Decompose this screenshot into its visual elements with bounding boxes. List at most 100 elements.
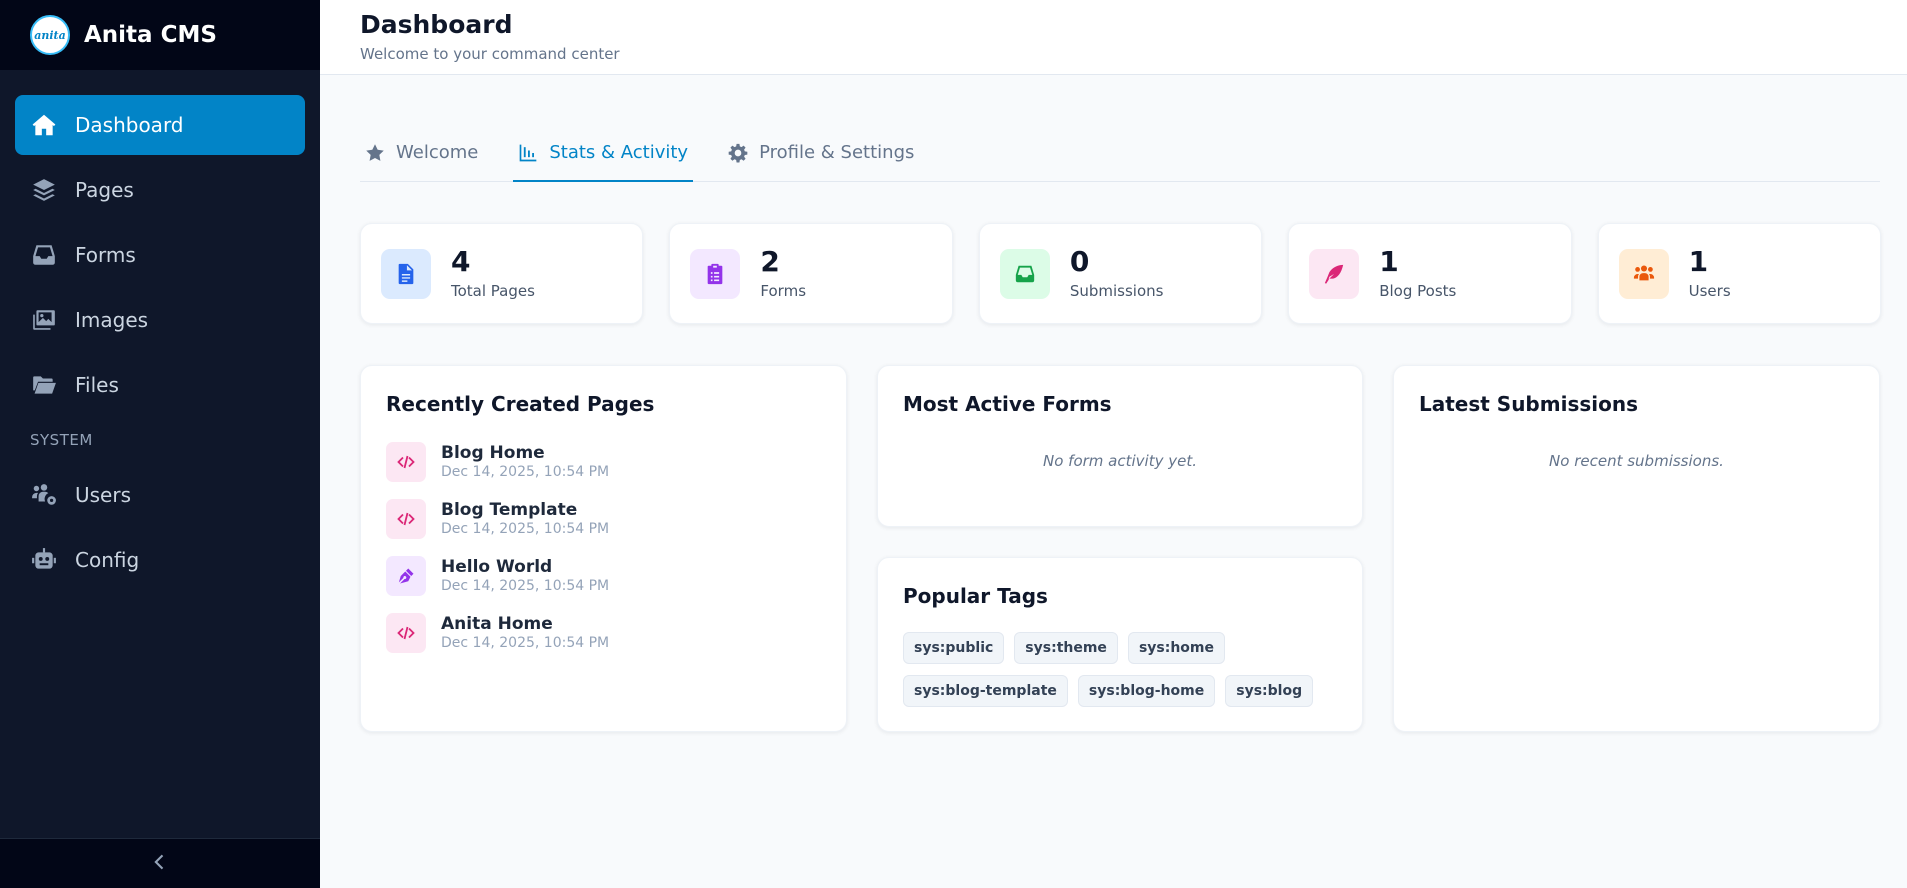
tab-welcome[interactable]: Welcome bbox=[360, 125, 483, 182]
star-icon bbox=[366, 143, 384, 161]
sidebar-item-label: Pages bbox=[75, 178, 134, 202]
stats-row: 4 Total Pages 2 Forms 0 Submissions 1 Bl… bbox=[360, 223, 1882, 324]
folder-open-icon bbox=[30, 371, 58, 399]
sidebar-item-config[interactable]: Config bbox=[15, 530, 305, 590]
stat-icon-box bbox=[1309, 248, 1360, 299]
gear-icon bbox=[728, 143, 748, 162]
empty-state-text: No recent submissions. bbox=[1549, 452, 1724, 470]
sidebar-item-images[interactable]: Images bbox=[15, 290, 305, 350]
chevron-left-icon bbox=[150, 852, 170, 876]
tab-label: Welcome bbox=[396, 142, 479, 163]
stat-card-total-pages[interactable]: 4 Total Pages bbox=[360, 223, 644, 324]
stat-value: 0 bbox=[1069, 245, 1090, 279]
recent-pages-panel: Recently Created Pages Blog Home Dec 14,… bbox=[360, 365, 847, 732]
brand-name: Anita CMS bbox=[84, 22, 217, 48]
home-icon bbox=[30, 111, 58, 139]
sidebar-item-dashboard[interactable]: Dashboard bbox=[15, 95, 305, 155]
tag-chip[interactable]: sys:public bbox=[903, 632, 1005, 664]
tag-chip[interactable]: sys:blog-home bbox=[1077, 675, 1216, 707]
sidebar-item-label: Files bbox=[75, 373, 119, 397]
layers-icon bbox=[30, 176, 58, 204]
page-icon-box bbox=[386, 441, 426, 482]
sidebar-nav: Dashboard Pages Forms Images Files SYSTE… bbox=[0, 95, 320, 595]
stat-value: 4 bbox=[451, 245, 471, 279]
sidebar-collapse-button[interactable] bbox=[0, 838, 320, 888]
panel-title: Latest Submissions bbox=[1419, 392, 1638, 416]
page-title-text: Hello World bbox=[441, 557, 553, 577]
sidebar-item-label: Images bbox=[75, 308, 149, 332]
sidebar-item-pages[interactable]: Pages bbox=[15, 160, 305, 220]
stat-label: Users bbox=[1688, 281, 1731, 300]
stat-value: 1 bbox=[1379, 245, 1399, 279]
stat-label: Submissions bbox=[1069, 281, 1164, 300]
page-header: Dashboard Welcome to your command center bbox=[320, 0, 1907, 75]
recent-pages-list: Blog Home Dec 14, 2025, 10:54 PM Blog Te… bbox=[386, 433, 821, 661]
panel-title: Popular Tags bbox=[903, 584, 1048, 608]
code-icon bbox=[397, 455, 415, 468]
stat-label: Forms bbox=[760, 281, 807, 300]
tag-chip[interactable]: sys:blog-template bbox=[903, 675, 1068, 707]
panel-title: Recently Created Pages bbox=[386, 392, 655, 416]
empty-state-text: No form activity yet. bbox=[1043, 452, 1197, 470]
brand-logo-text: anita bbox=[34, 28, 66, 42]
active-forms-panel: Most Active Forms No form activity yet. bbox=[877, 365, 1363, 527]
chart-icon bbox=[520, 144, 537, 161]
brand[interactable]: anita Anita CMS bbox=[0, 0, 320, 70]
sidebar-item-users[interactable]: Users bbox=[15, 465, 305, 525]
brand-logo: anita bbox=[30, 15, 70, 55]
tab-stats-activity[interactable]: Stats & Activity bbox=[513, 125, 694, 182]
stat-icon-box bbox=[999, 248, 1050, 299]
tab-label: Profile & Settings bbox=[759, 142, 915, 163]
robot-icon bbox=[30, 546, 58, 574]
sidebar-item-files[interactable]: Files bbox=[15, 355, 305, 415]
page-date: Dec 14, 2025, 10:54 PM bbox=[441, 464, 610, 480]
panel-title: Most Active Forms bbox=[903, 392, 1112, 416]
stat-label: Blog Posts bbox=[1379, 281, 1457, 300]
popular-tags-panel: Popular Tags sys:public sys:theme sys:ho… bbox=[877, 557, 1363, 732]
page-date: Dec 14, 2025, 10:54 PM bbox=[441, 635, 610, 651]
page-title: Dashboard bbox=[360, 10, 513, 39]
stat-card-forms[interactable]: 2 Forms bbox=[669, 223, 953, 324]
page-title-text: Anita Home bbox=[441, 614, 553, 634]
page-subtitle: Welcome to your command center bbox=[360, 45, 620, 63]
stat-icon-box bbox=[1618, 248, 1669, 299]
pen-nib-icon bbox=[398, 568, 414, 583]
file-icon bbox=[398, 263, 414, 284]
page-date: Dec 14, 2025, 10:54 PM bbox=[441, 578, 610, 594]
list-item[interactable]: Blog Template Dec 14, 2025, 10:54 PM bbox=[386, 490, 821, 547]
stat-icon-box bbox=[690, 248, 741, 299]
users-icon bbox=[1633, 264, 1654, 280]
stat-card-users[interactable]: 1 Users bbox=[1597, 223, 1882, 324]
stat-icon-box bbox=[381, 248, 431, 299]
sidebar: anita Anita CMS Dashboard Pages Forms Im… bbox=[0, 0, 320, 888]
page-icon-box bbox=[386, 612, 426, 653]
stat-label: Total Pages bbox=[451, 281, 535, 300]
list-item[interactable]: Hello World Dec 14, 2025, 10:54 PM bbox=[386, 547, 821, 604]
page-title-text: Blog Template bbox=[441, 500, 578, 520]
list-item[interactable]: Blog Home Dec 14, 2025, 10:54 PM bbox=[386, 433, 821, 490]
stat-card-submissions[interactable]: 0 Submissions bbox=[978, 223, 1263, 324]
tab-label: Stats & Activity bbox=[549, 142, 689, 163]
page-icon-box bbox=[386, 555, 426, 596]
list-item[interactable]: Anita Home Dec 14, 2025, 10:54 PM bbox=[386, 604, 821, 661]
dashboard-tabs: Welcome Stats & Activity Profile & Setti… bbox=[360, 125, 1880, 182]
sidebar-item-label: Dashboard bbox=[75, 113, 184, 137]
tag-chip[interactable]: sys:home bbox=[1127, 632, 1225, 664]
tag-chip[interactable]: sys:theme bbox=[1014, 632, 1118, 664]
sidebar-section-system: SYSTEM bbox=[30, 431, 93, 449]
inbox-icon bbox=[30, 241, 58, 269]
images-icon bbox=[30, 306, 58, 334]
code-icon bbox=[397, 512, 415, 525]
tag-list: sys:public sys:theme sys:home sys:blog-t… bbox=[903, 632, 1337, 707]
stat-card-blog-posts[interactable]: 1 Blog Posts bbox=[1288, 223, 1572, 324]
tag-chip[interactable]: sys:blog bbox=[1225, 675, 1314, 707]
stat-value: 2 bbox=[760, 245, 780, 279]
page-date: Dec 14, 2025, 10:54 PM bbox=[441, 521, 610, 537]
sidebar-item-label: Forms bbox=[75, 243, 136, 267]
code-icon bbox=[397, 626, 415, 639]
latest-submissions-panel: Latest Submissions No recent submissions… bbox=[1393, 365, 1880, 732]
sidebar-item-forms[interactable]: Forms bbox=[15, 225, 305, 285]
clipboard-list-icon bbox=[708, 263, 723, 284]
tab-profile-settings[interactable]: Profile & Settings bbox=[723, 125, 919, 182]
stat-value: 1 bbox=[1688, 245, 1709, 279]
